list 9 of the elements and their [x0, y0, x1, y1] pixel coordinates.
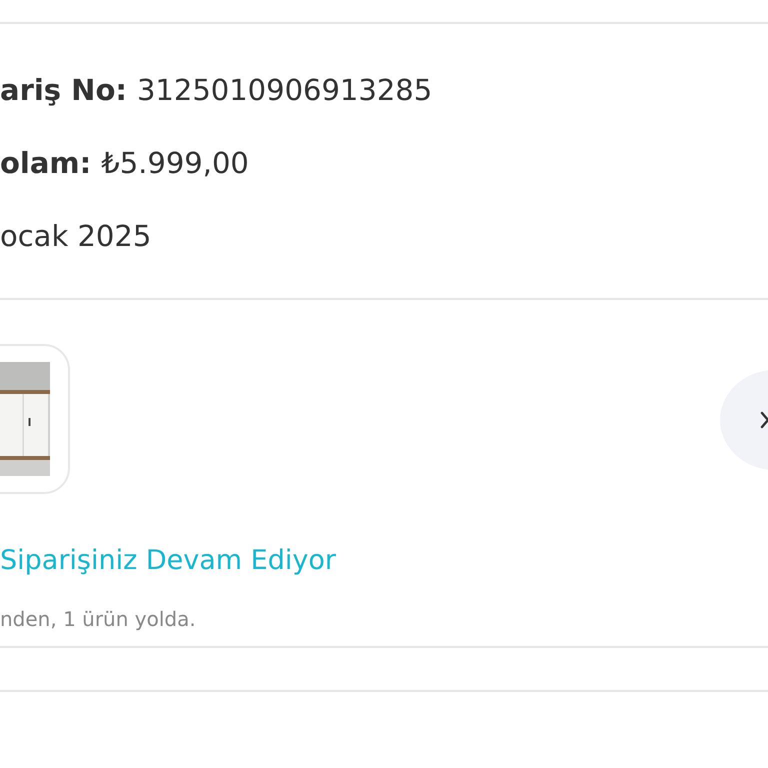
field-label: olam:	[0, 145, 92, 181]
chevron-right-icon	[760, 411, 768, 429]
field-value: 3125010906913285	[136, 72, 432, 108]
field-value: ocak 2025	[0, 218, 152, 254]
field-value: ₺5.999,00	[101, 145, 249, 181]
order-status: Siparişiniz Devam Ediyor	[0, 544, 337, 578]
shipment-note: nden, 1 ürün yolda.	[0, 606, 197, 632]
field-label: ariş No:	[0, 72, 127, 108]
product-thumbnail[interactable]	[0, 344, 70, 494]
